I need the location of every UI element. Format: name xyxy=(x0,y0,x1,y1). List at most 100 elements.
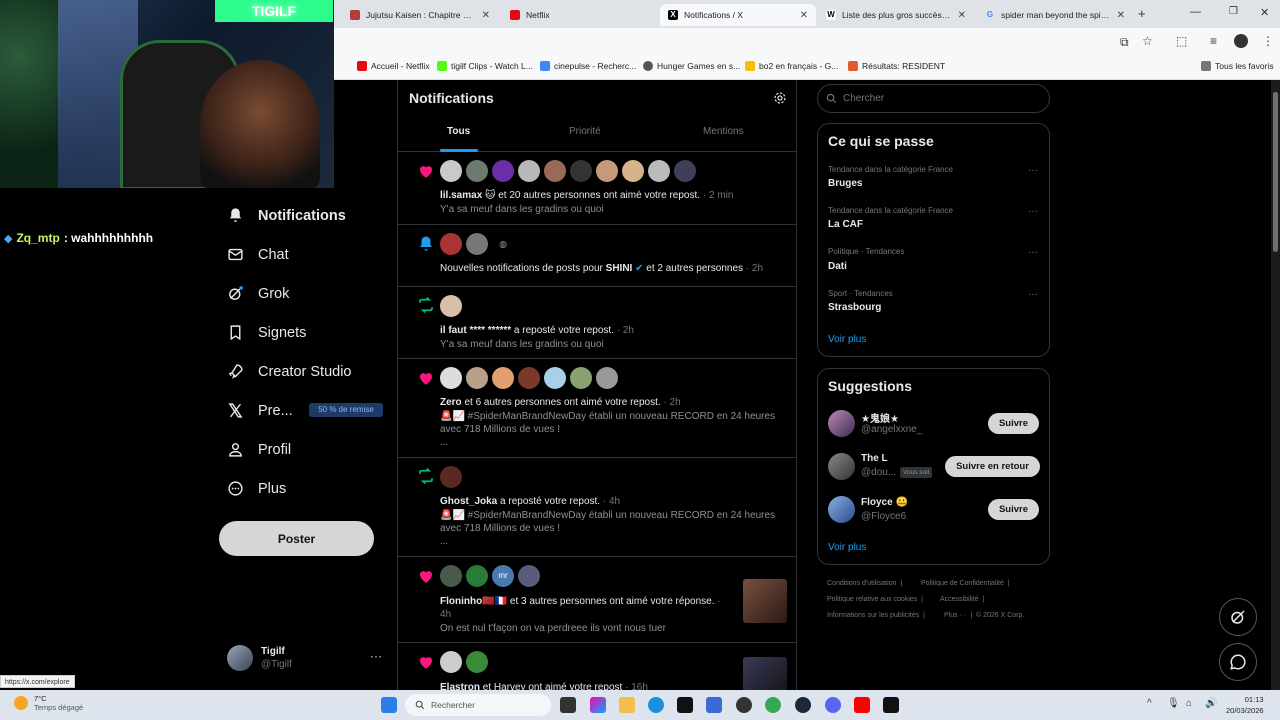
bookmark-hunger-games[interactable]: Hunger Games en s... xyxy=(643,61,740,71)
nav-premium[interactable]: Pre... xyxy=(227,402,293,419)
avatar[interactable] xyxy=(466,160,488,182)
follow-back-button[interactable]: Suivre en retour xyxy=(945,456,1040,477)
avatar[interactable] xyxy=(440,651,462,673)
avatar[interactable] xyxy=(492,367,514,389)
post-button[interactable]: Poster xyxy=(219,521,374,556)
actor-name[interactable]: il faut **** ****** xyxy=(440,325,511,336)
avatar[interactable] xyxy=(648,160,670,182)
windows-start-icon[interactable] xyxy=(381,697,397,713)
menu-lines-icon[interactable]: ≡ xyxy=(1210,34,1217,48)
trend-name[interactable]: Dati xyxy=(828,261,847,272)
more-vertical-icon[interactable]: ⋮ xyxy=(1262,34,1274,48)
avatar[interactable] xyxy=(570,160,592,182)
tab-mentions[interactable]: Mentions xyxy=(703,126,744,137)
extensions-icon[interactable]: ⬚ xyxy=(1176,34,1187,48)
x-app-icon[interactable] xyxy=(677,697,693,713)
trend-name[interactable]: La CAF xyxy=(828,219,863,230)
avatar[interactable] xyxy=(466,233,488,255)
nav-notifications[interactable]: Notifications xyxy=(227,207,346,224)
avatar[interactable] xyxy=(440,160,462,182)
notification-item[interactable]: mr Floninho🇲🇦🇫🇷 et 3 autres personnes on… xyxy=(398,557,796,643)
install-app-icon[interactable]: ⧉ xyxy=(1120,35,1129,50)
browser-tab-jujutsu[interactable]: Jujutsu Kaisen : Chapitre 173 - ✕ xyxy=(342,4,498,26)
tab-priorite[interactable]: Priorité xyxy=(569,126,601,137)
trend-name[interactable]: Strasbourg xyxy=(828,302,881,313)
more-horizontal-icon[interactable]: ··· xyxy=(1028,247,1038,258)
close-tab-icon[interactable]: ✕ xyxy=(482,10,490,21)
avatar[interactable] xyxy=(544,160,566,182)
trend-name[interactable]: Bruges xyxy=(828,178,862,189)
trends-show-more-link[interactable]: Voir plus xyxy=(828,334,866,345)
close-tab-icon[interactable]: ✕ xyxy=(1117,10,1125,21)
bookmark-bo2[interactable]: bo2 en français - G... xyxy=(745,61,838,71)
avatar[interactable] xyxy=(828,496,855,523)
avatar[interactable] xyxy=(466,565,488,587)
remote-desktop-icon[interactable] xyxy=(706,697,722,713)
suggestion-name[interactable]: ★鬼娘★ xyxy=(861,410,899,425)
youtube-icon[interactable] xyxy=(854,697,870,713)
notification-item[interactable]: Ghost_Joka a reposté votre repost. · 4h … xyxy=(398,458,796,557)
actor-name[interactable]: Ghost_Joka xyxy=(440,496,497,507)
avatar[interactable] xyxy=(622,160,644,182)
nav-grok[interactable]: Grok xyxy=(227,285,289,302)
grok-floating-button[interactable] xyxy=(1219,598,1257,636)
browser-tab-google[interactable]: G spider man beyond the spider ✕ xyxy=(977,4,1133,26)
notification-item[interactable]: lil.samax 🐱 et 20 autres personnes ont a… xyxy=(398,152,796,225)
actor-name[interactable]: Elastron xyxy=(440,682,480,690)
more-horizontal-icon[interactable]: ··· xyxy=(1028,289,1038,300)
avatar[interactable] xyxy=(440,565,462,587)
avatar[interactable] xyxy=(518,565,540,587)
avatar[interactable] xyxy=(518,367,540,389)
footer-more-link[interactable]: Plus ··· | xyxy=(944,612,972,619)
weather-widget[interactable]: 7°C Temps dégagé xyxy=(34,694,83,712)
follow-button[interactable]: Suivre xyxy=(988,499,1039,520)
network-icon[interactable]: ⌂ xyxy=(1186,698,1192,709)
avatar[interactable] xyxy=(596,160,618,182)
bookmark-resident[interactable]: Résultats: RESIDENT xyxy=(848,61,945,71)
app-icon[interactable] xyxy=(736,697,752,713)
post-thumbnail[interactable] xyxy=(743,657,787,690)
follow-button[interactable]: Suivre xyxy=(988,413,1039,434)
more-horizontal-icon[interactable]: ··· xyxy=(1028,206,1038,217)
minimize-icon[interactable]: — xyxy=(1190,6,1201,18)
new-tab-icon[interactable]: + xyxy=(1138,6,1146,21)
maximize-icon[interactable]: ❐ xyxy=(1229,6,1238,17)
file-explorer-icon[interactable] xyxy=(619,697,635,713)
actor-name[interactable]: Floninho xyxy=(440,596,482,607)
actor-name[interactable]: Zero xyxy=(440,397,462,408)
close-tab-icon[interactable]: ✕ xyxy=(800,10,808,21)
tiktok-icon[interactable] xyxy=(883,697,899,713)
avatar[interactable]: mr xyxy=(492,565,514,587)
suggestion-name[interactable]: The L xyxy=(861,453,888,464)
bookmark-netflix[interactable]: Accueil - Netflix xyxy=(357,61,430,71)
close-window-icon[interactable]: ✕ xyxy=(1260,6,1269,19)
nav-signets[interactable]: Signets xyxy=(227,324,306,341)
avatar[interactable] xyxy=(440,233,462,255)
actor-name[interactable]: lil.samax xyxy=(440,190,482,201)
bookmark-cinepulse[interactable]: cinepulse - Recherc... xyxy=(540,61,636,71)
nav-profil[interactable]: Profil xyxy=(227,441,291,458)
browser-tab-wikipedia[interactable]: W Liste des plus gros succès du d ✕ xyxy=(818,4,974,26)
avatar[interactable] xyxy=(440,295,462,317)
footer-cookies-link[interactable]: Politique relative aux cookies | xyxy=(827,596,923,603)
messages-floating-button[interactable] xyxy=(1219,643,1257,681)
footer-accessibility-link[interactable]: Accessibilité | xyxy=(940,596,984,603)
nav-creator-studio[interactable]: Creator Studio xyxy=(227,363,352,380)
copilot-icon[interactable] xyxy=(590,697,606,713)
discord-icon[interactable] xyxy=(825,697,841,713)
tab-tous[interactable]: Tous xyxy=(447,126,470,137)
chrome-icon[interactable] xyxy=(765,697,781,713)
microphone-icon[interactable]: 🎙 xyxy=(1167,698,1180,709)
browser-tab-notifications[interactable]: X Notifications / X ✕ xyxy=(660,4,816,26)
profile-avatar-icon[interactable] xyxy=(1234,34,1248,48)
suggestions-show-more-link[interactable]: Voir plus xyxy=(828,542,866,553)
taskbar-search[interactable]: Rechercher xyxy=(405,694,551,716)
avatar[interactable] xyxy=(828,453,855,480)
avatar[interactable]: ◍ xyxy=(492,233,514,255)
bookmark-tigilf-clips[interactable]: tigilf Clips - Watch L... xyxy=(437,61,533,71)
search-input[interactable]: Chercher xyxy=(817,84,1050,113)
volume-icon[interactable]: 🔊 xyxy=(1205,698,1217,709)
gear-icon[interactable] xyxy=(773,91,787,105)
avatar[interactable] xyxy=(440,367,462,389)
avatar[interactable] xyxy=(570,367,592,389)
